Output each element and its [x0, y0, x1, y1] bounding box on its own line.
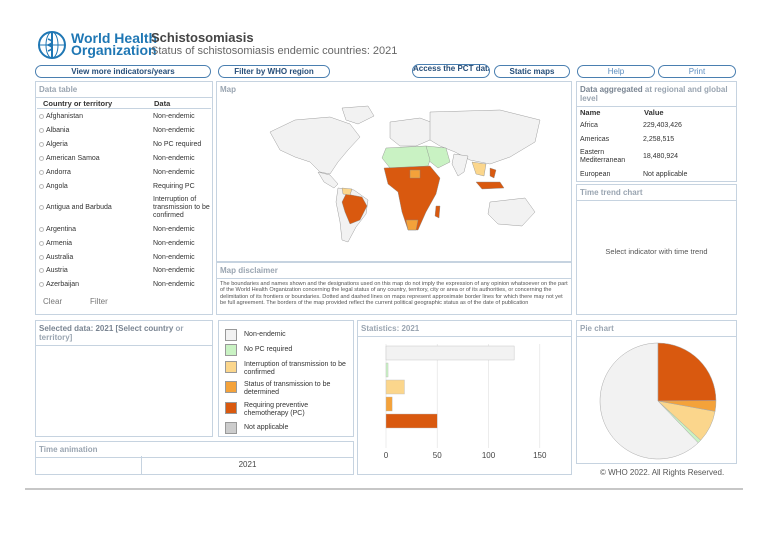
map-disclaimer-panel: Map disclaimer The boundaries and names …: [216, 262, 572, 315]
time-trend-message: Select indicator with time trend: [605, 247, 708, 256]
page-subtitle: Status of schistosomiasis endemic countr…: [151, 45, 398, 57]
static-maps-button[interactable]: Static maps: [494, 65, 570, 78]
legend-swatch: [225, 361, 237, 373]
map-southeast-asia: [471, 161, 487, 177]
print-button[interactable]: Print: [658, 65, 736, 78]
aggregated-title: Data aggregated at regional and global l…: [577, 82, 736, 107]
map-venezuela: [341, 187, 353, 196]
statistics-bar-chart[interactable]: 0 50 100 150: [358, 336, 571, 474]
bar-0[interactable]: [385, 345, 515, 361]
pie-slice-4[interactable]: [657, 342, 717, 402]
pie-title: Pie chart: [577, 321, 736, 337]
bar-2[interactable]: [385, 379, 405, 395]
map-disclaimer-text: The boundaries and names shown and the d…: [220, 281, 568, 306]
filter-button[interactable]: Filter: [90, 297, 108, 306]
who-logo-icon: [38, 31, 66, 59]
radio-icon[interactable]: [39, 141, 44, 147]
map-madagascar: [434, 205, 441, 219]
more-indicators-button[interactable]: View more indicators/years: [35, 65, 211, 78]
tick-label: 50: [433, 451, 442, 460]
copyright-text: © WHO 2022. All Rights Reserved.: [600, 468, 725, 477]
legend-swatch: [225, 422, 237, 434]
data-table-title: Data table: [36, 82, 212, 98]
map-africa-status-tbd: [409, 169, 421, 179]
radio-icon[interactable]: [39, 254, 44, 260]
header-divider: [37, 108, 211, 109]
time-slider-year[interactable]: 2021: [141, 460, 354, 469]
radio-icon[interactable]: [39, 240, 44, 246]
time-trend-title: Time trend chart: [577, 185, 736, 201]
time-animation-title: Time animation: [36, 442, 353, 458]
map-indonesia: [475, 181, 505, 190]
map-india: [451, 153, 469, 177]
agg-header-value: Value: [644, 108, 664, 117]
radio-icon[interactable]: [39, 226, 44, 232]
radio-icon[interactable]: [39, 267, 44, 273]
pct-databank-button[interactable]: Access the PCT databank: [412, 64, 490, 78]
map-south-africa: [405, 219, 419, 231]
radio-icon[interactable]: [39, 127, 44, 133]
map-australia: [487, 197, 536, 227]
world-map[interactable]: [250, 102, 550, 252]
radio-icon[interactable]: [39, 183, 44, 189]
radio-icon[interactable]: [39, 113, 44, 119]
statistics-title: Statistics: 2021: [358, 321, 571, 337]
legend-swatch: [225, 402, 237, 414]
column-header-data[interactable]: Data: [154, 99, 170, 108]
clear-button[interactable]: Clear: [43, 297, 62, 306]
map-north-america: [269, 116, 361, 175]
column-header-country[interactable]: Country or territory: [43, 99, 112, 108]
map-disclaimer-title: Map disclaimer: [217, 263, 571, 279]
radio-icon[interactable]: [39, 204, 44, 210]
tick-label: 0: [384, 451, 389, 460]
who-wordmark: World Health Organization: [71, 30, 158, 58]
time-animation-panel: Time animation: [35, 441, 354, 475]
tick-label: 150: [533, 451, 547, 460]
map-title: Map: [220, 85, 236, 94]
legend-swatch: [225, 329, 237, 341]
bar-1[interactable]: [385, 362, 389, 378]
bar-4[interactable]: [385, 413, 438, 429]
aggregated-panel: Data aggregated at regional and global l…: [576, 81, 737, 182]
map-europe: [389, 117, 437, 147]
legend-swatch: [225, 344, 237, 356]
agg-header-name: Name: [580, 108, 601, 117]
map-philippines: [489, 167, 497, 179]
map-middle-east: [425, 145, 451, 169]
legend-swatch: [225, 381, 237, 393]
radio-icon[interactable]: [39, 155, 44, 161]
page-title: Schistosomiasis: [151, 30, 254, 45]
tick-label: 100: [482, 451, 496, 460]
pie-chart[interactable]: [596, 339, 720, 463]
radio-icon[interactable]: [39, 281, 44, 287]
filter-region-button[interactable]: Filter by WHO region: [218, 65, 330, 78]
map-greenland: [341, 105, 375, 125]
selected-data-panel: Selected data: 2021 [Select country or t…: [35, 320, 213, 437]
selected-data-title: Selected data: 2021 [Select country or t…: [36, 321, 212, 346]
bar-3[interactable]: [385, 396, 393, 412]
map-central-america: [317, 171, 339, 189]
help-button[interactable]: Help: [577, 65, 655, 78]
map-north-africa: [381, 145, 431, 169]
radio-icon[interactable]: [39, 169, 44, 175]
page-bottom-rule: [25, 488, 743, 490]
